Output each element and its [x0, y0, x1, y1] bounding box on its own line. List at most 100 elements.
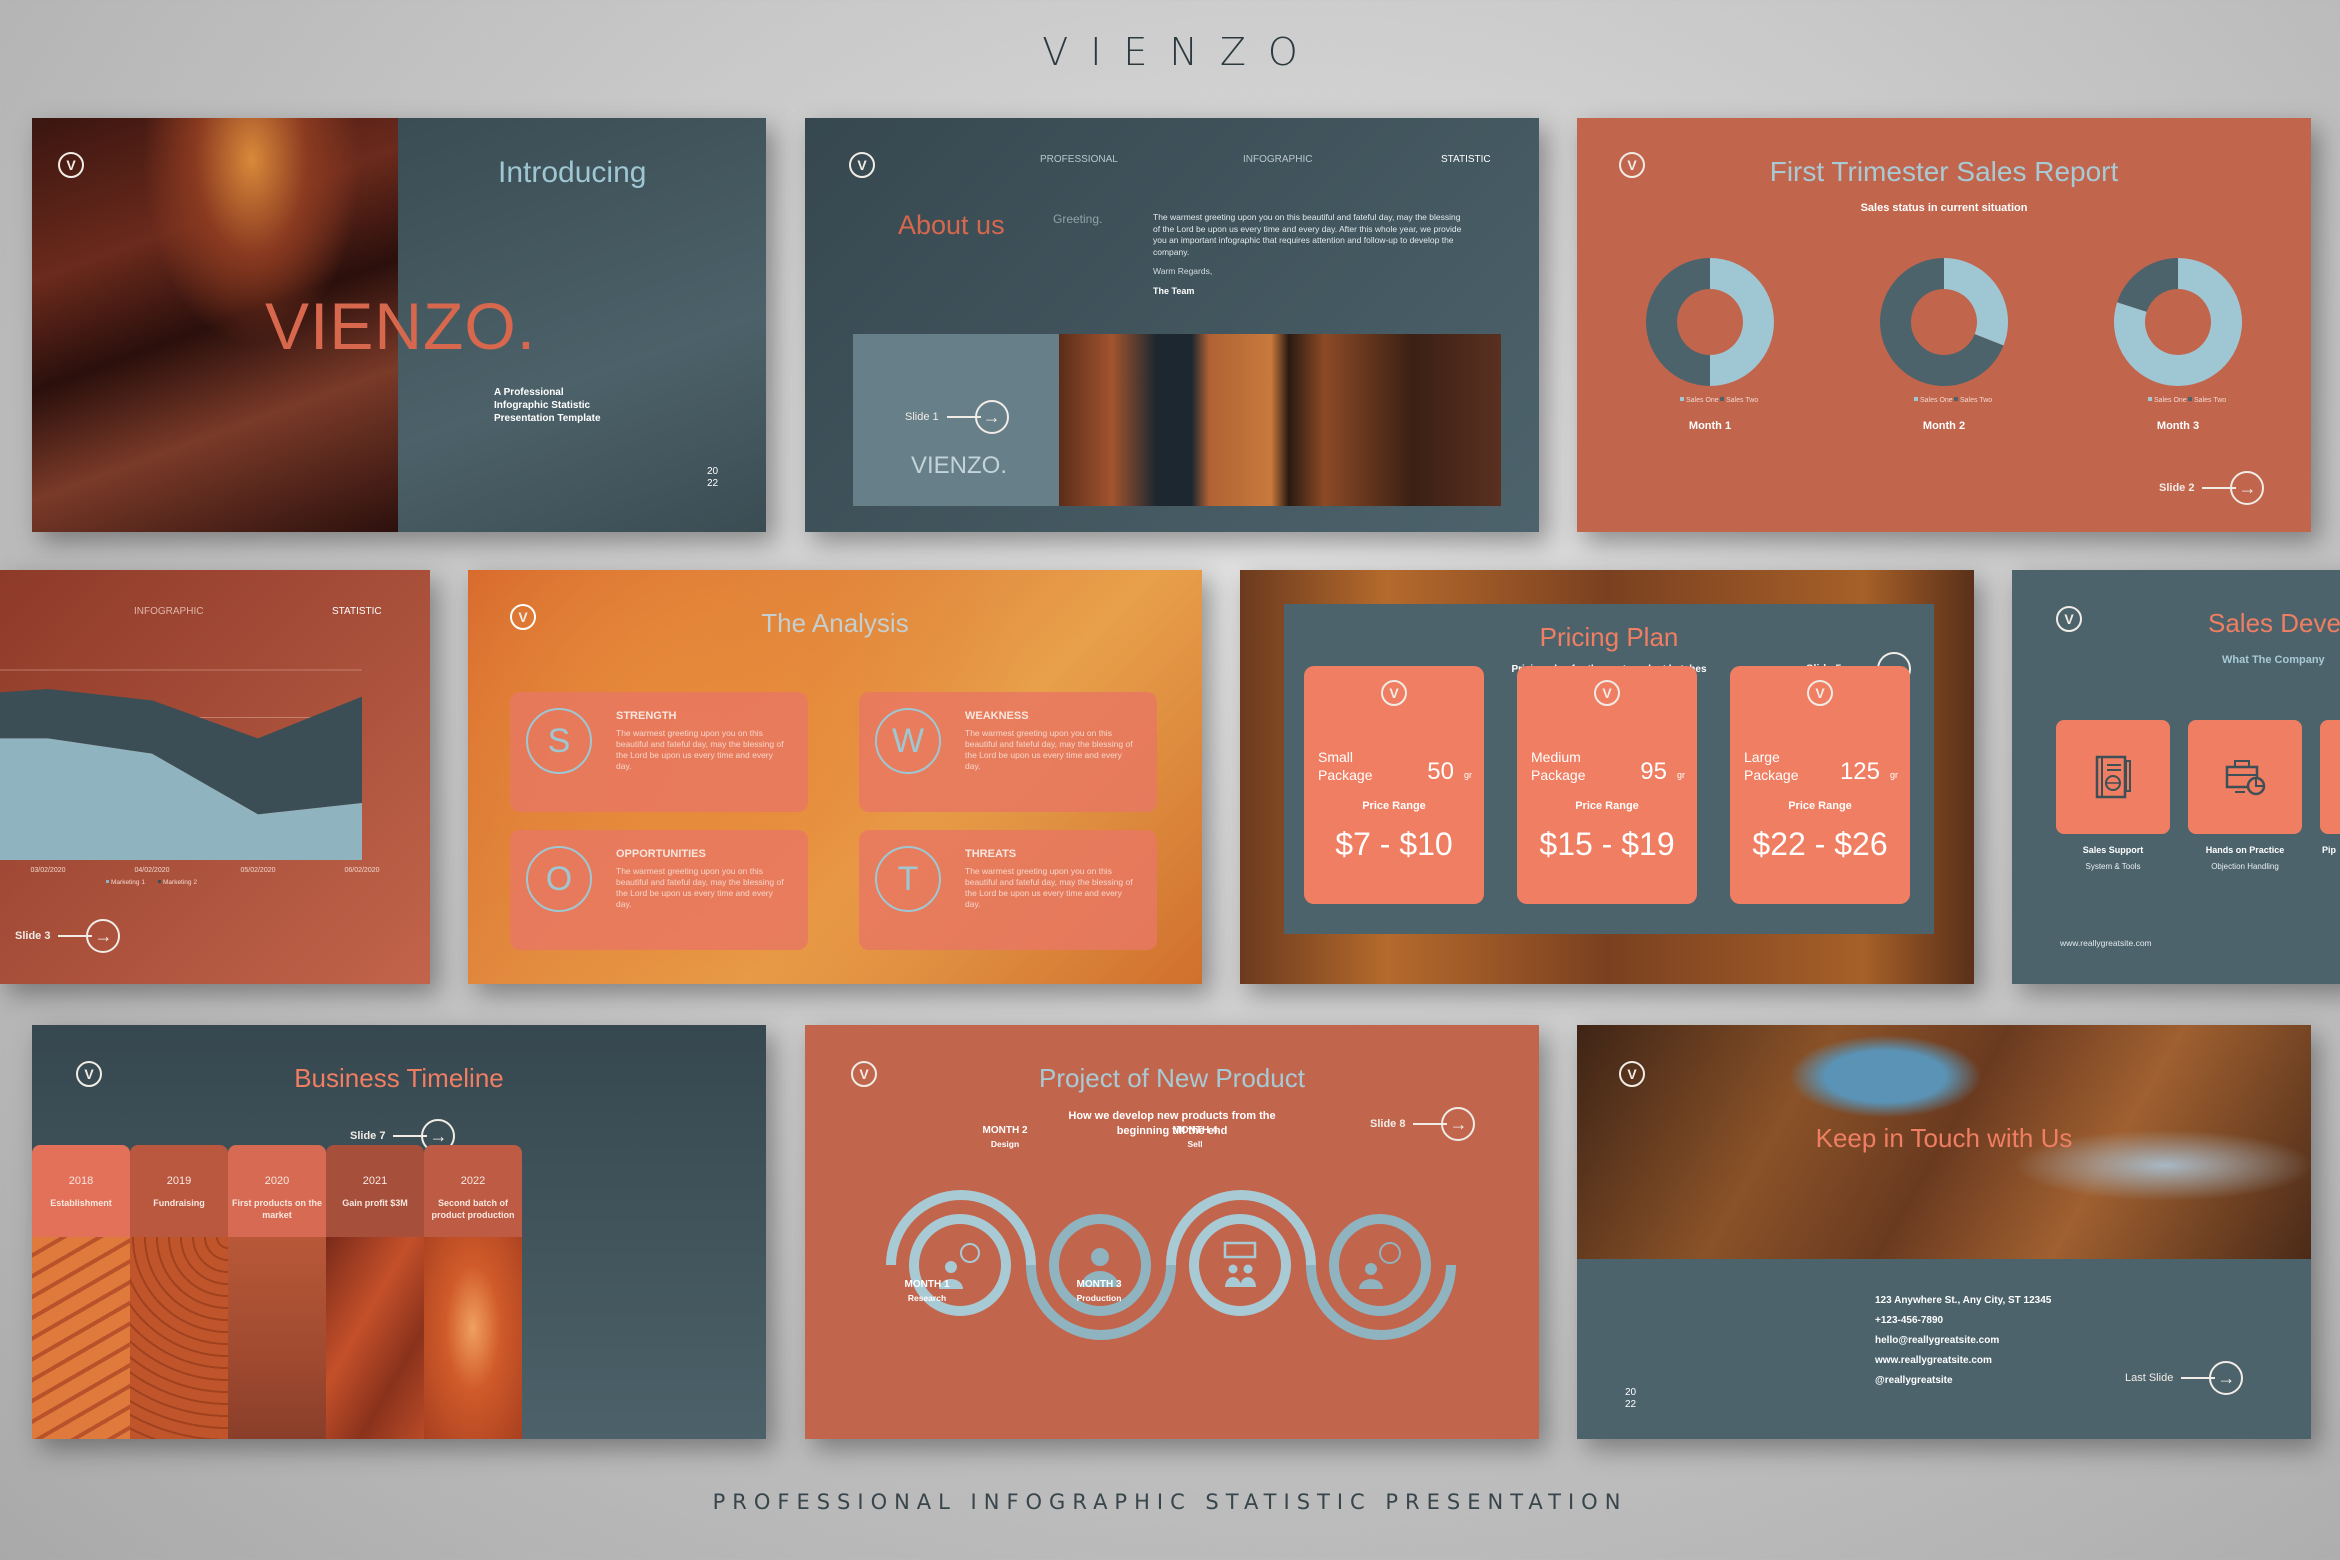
report-title: First Trimester Sales Report — [1769, 156, 2119, 187]
step-month: MONTH 4 — [1172, 1125, 1218, 1136]
donut-slice-sales-one — [1944, 258, 2008, 346]
slide-sales-report[interactable]: V First Trimester Sales Report Sales sta… — [1577, 118, 2311, 532]
strength-letter-icon: S — [526, 708, 592, 774]
analysis-title: The Analysis — [761, 608, 909, 638]
name-line: Small — [1318, 749, 1354, 765]
card-body: The warmest greeting upon you on this be… — [965, 866, 1133, 909]
slide-analysis[interactable]: V The Analysis S STRENGTH The warmest gr… — [468, 570, 1202, 984]
swot-card-strength[interactable]: S STRENGTH The warmest greeting upon you… — [510, 692, 808, 812]
donut-charts: Sales One Sales TwoMonth 1Sales One Sales … — [1646, 258, 2242, 432]
slide-link[interactable]: Last Slide → — [2125, 1361, 2244, 1395]
arrow-right-icon: → — [2209, 1361, 2244, 1395]
weight-unit: gr — [1463, 770, 1472, 780]
slide-contact[interactable]: V Keep in Touch with Us 123 Anywhere St.… — [1577, 1025, 2311, 1439]
pricing-panel: Pricing Plan Pricing plan for the next p… — [1284, 604, 1934, 934]
weight-unit: gr — [1889, 770, 1898, 780]
price-card-small[interactable]: V Small Package 50 gr Price Range $7 - $1… — [1304, 666, 1484, 904]
presentation-icon — [1223, 1241, 1257, 1287]
slide-link[interactable]: Slide 1 → — [905, 400, 1009, 434]
swot-card-threats[interactable]: T THREATS The warmest greeting upon you … — [859, 830, 1157, 950]
timeline-year: 2022 — [460, 1175, 486, 1187]
step-label: Production — [1076, 1293, 1122, 1303]
step-month: MONTH 3 — [1076, 1279, 1122, 1290]
subtitle-line: Infographic Statistic — [494, 400, 591, 411]
slide-sales-development[interactable]: V Sales Devel What The Company Sales Sup… — [2012, 570, 2340, 984]
timeline-item[interactable]: 2019 Fundraising — [130, 1145, 228, 1439]
contact-website[interactable]: www.reallygreatsite.com — [1875, 1355, 2051, 1366]
timeline-item[interactable]: 2020 First products on the market — [228, 1145, 326, 1439]
donut-title: Month 1 — [1689, 420, 1731, 432]
intro-title: VIENZO. — [265, 289, 537, 363]
arrow-right-icon: → — [1441, 1107, 1476, 1141]
step-label: Sell — [1187, 1139, 1203, 1149]
slide-link[interactable]: Slide 8 → — [1370, 1107, 1476, 1141]
contact-social[interactable]: @reallygreatsite — [1875, 1375, 2051, 1386]
signature: The Team — [1153, 286, 1195, 296]
website-link[interactable]: www.reallygreatsite.com — [2060, 938, 2152, 948]
slide-link[interactable]: Slide 2 → — [2159, 471, 2265, 505]
nav-statistic[interactable]: STATISTIC — [1441, 154, 1491, 165]
dev-card-pipeline[interactable] — [2320, 720, 2340, 834]
timeline-desc: Establishment — [50, 1198, 112, 1208]
link-label: Slide 8 — [1370, 1118, 1406, 1130]
nav-infographic[interactable]: INFOGRAPHIC — [1243, 154, 1312, 165]
slide-pricing[interactable]: Pricing Plan Pricing plan for the next p… — [1240, 570, 1974, 984]
contact-email[interactable]: hello@reallygreatsite.com — [1875, 1335, 2051, 1346]
arrow-right-icon: → — [86, 919, 121, 953]
name-line: Package — [1318, 767, 1373, 783]
legend-label: Sales One — [1920, 397, 1953, 404]
x-tick-label: 03/02/2020 — [30, 867, 65, 874]
price-range-label: Price Range — [1362, 800, 1426, 812]
name-line: Package — [1531, 767, 1586, 783]
slide-intro[interactable]: V Introducing VIENZO. A Professional Inf… — [32, 118, 766, 532]
waves-photo — [130, 1237, 228, 1439]
dev-card-sub: System & Tools — [2085, 862, 2141, 871]
slide-timeline[interactable]: V Business Timeline Slide 7 → 2018 Establ… — [32, 1025, 766, 1439]
step-month-1: MONTH 1 Research — [887, 1279, 967, 1303]
legend-label: Sales Two — [2194, 397, 2226, 404]
about-panel: Slide 1 → VIENZO. — [853, 334, 1059, 506]
legend-swatch — [1954, 397, 1958, 401]
timeline-year: 2020 — [264, 1175, 290, 1187]
intro-heading: Introducing — [498, 156, 647, 189]
contact-title: Keep in Touch with Us — [1815, 1123, 2073, 1153]
dev-card-sales-support[interactable] — [2056, 720, 2170, 834]
sales-dev-subtitle: What The Company — [2222, 654, 2325, 666]
arch-photo — [424, 1237, 522, 1439]
timeline-item[interactable]: 2018 Establishment — [32, 1145, 130, 1439]
slide-about[interactable]: V PROFESSIONAL INFOGRAPHIC STATISTIC Abo… — [805, 118, 1539, 532]
weakness-letter-icon: W — [875, 708, 941, 774]
contact-phone[interactable]: +123-456-7890 — [1875, 1315, 2051, 1326]
link-label: Slide 7 — [350, 1130, 386, 1142]
price-value: $22 - $26 — [1752, 826, 1888, 862]
contact-year: 20 22 — [1625, 1387, 1636, 1411]
legend-swatch — [1914, 397, 1918, 401]
price-card-large[interactable]: V Large Package 125 gr Price Range $22 - … — [1730, 666, 1910, 904]
slide-link[interactable]: Slide 3 → — [15, 919, 121, 953]
slide-project[interactable]: V Project of New Product How we develop … — [805, 1025, 1539, 1439]
logo-icon: V — [58, 152, 84, 178]
dev-card-label: Hands on Practice — [2205, 845, 2285, 855]
swot-card-opportunities[interactable]: O OPPORTUNITIES The warmest greeting upo… — [510, 830, 808, 950]
timeline-item[interactable]: 2022 Second batch of product production — [424, 1145, 766, 1439]
person-dollar-icon — [1359, 1242, 1401, 1289]
legend-label: Marketing 1 — [111, 879, 145, 886]
slide-area-chart[interactable]: INFOGRAPHIC STATISTIC 03/02/2020 04/02/20… — [0, 570, 430, 984]
donut-slice-sales-two — [2117, 258, 2178, 312]
subtitle-line: Presentation Template — [494, 413, 601, 424]
timeline-year: 2019 — [166, 1175, 192, 1187]
dev-card-sub: Objection Handling — [2211, 862, 2279, 871]
swot-card-weakness[interactable]: W WEAKNESS The warmest greeting upon you… — [859, 692, 1157, 812]
panel-title: VIENZO. — [911, 452, 1008, 479]
year-bottom: 22 — [707, 478, 719, 489]
nav-professional[interactable]: PROFESSIONAL — [1040, 154, 1118, 165]
report-subtitle: Sales status in current situation — [1860, 202, 2028, 214]
timeline-title: Business Timeline — [294, 1063, 504, 1093]
timeline-desc: First products on the market — [232, 1198, 322, 1220]
timeline-item[interactable]: 2021 Gain profit $3M — [326, 1145, 424, 1439]
legend-swatch — [106, 880, 109, 883]
price-card-medium[interactable]: V Medium Package 95 gr Price Range $15 - … — [1517, 666, 1697, 904]
dev-card-hands-on[interactable] — [2188, 720, 2302, 834]
donut-slice-sales-two — [1646, 258, 1710, 386]
step-label: Design — [990, 1139, 1020, 1149]
